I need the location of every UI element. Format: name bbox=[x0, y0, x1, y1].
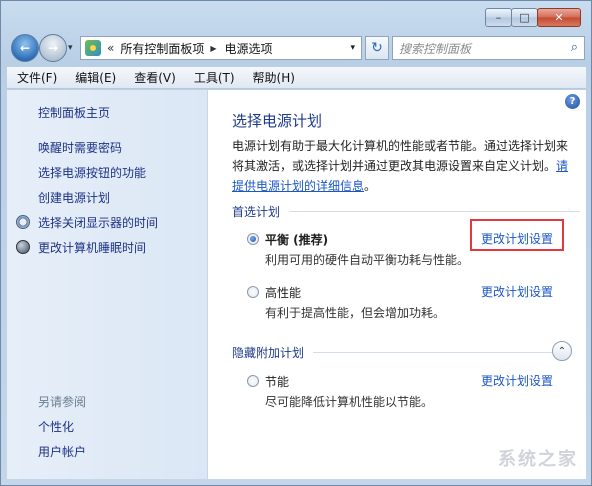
control-panel-icon bbox=[85, 40, 101, 56]
collapse-hidden-plans-button[interactable]: ⌃ bbox=[552, 341, 572, 361]
preferred-plans-divider bbox=[289, 211, 580, 212]
minimize-button[interactable]: – bbox=[485, 8, 512, 27]
chevron-up-icon: ⌃ bbox=[557, 345, 567, 357]
change-plan-settings-power-saver[interactable]: 更改计划设置 bbox=[481, 372, 553, 389]
intro-period: 。 bbox=[364, 179, 377, 193]
preferred-plans-heading: 首选计划 bbox=[232, 205, 281, 219]
close-button[interactable]: ✕ bbox=[537, 8, 581, 27]
window-controls: – □ ✕ bbox=[485, 8, 581, 27]
menu-help[interactable]: 帮助(H) bbox=[243, 69, 303, 86]
sidebar-item-display-off[interactable]: 选择关闭显示器的时间 bbox=[38, 214, 158, 231]
highlight-box bbox=[470, 219, 564, 251]
change-plan-settings-high-performance[interactable]: 更改计划设置 bbox=[481, 283, 553, 300]
sidebar-item-user-accounts[interactable]: 用户帐户 bbox=[38, 443, 86, 460]
plan-desc-balanced: 利用可用的硬件自动平衡功耗与性能。 bbox=[265, 253, 470, 267]
intro-line-2: 将其激活，或选择计划并通过更改其电源设置来自定义计划。 bbox=[232, 159, 557, 173]
sidebar-item-wake-password[interactable]: 唤醒时需要密码 bbox=[38, 139, 122, 156]
plan-details-link[interactable]: 请 bbox=[556, 159, 568, 173]
search-icon[interactable]: ⌕ bbox=[571, 40, 578, 55]
navigation-bar: ← → ▾ « 所有控制面板项 ▶ 电源选项 ▾ ↻ 搜索控制面板 ⌕ bbox=[9, 33, 585, 63]
sidebar-item-personalization[interactable]: 个性化 bbox=[38, 418, 74, 435]
intro-text: 电源计划有助于最大化计算机的性能或者节能。通过选择计划来 将其激活，或选择计划并… bbox=[232, 136, 577, 196]
main-panel: ? 选择电源计划 电源计划有助于最大化计算机的性能或者节能。通过选择计划来 将其… bbox=[209, 90, 586, 479]
address-dropdown-icon[interactable]: ▾ bbox=[350, 43, 355, 53]
refresh-button[interactable]: ↻ bbox=[365, 36, 389, 60]
address-overflow-icon[interactable]: « bbox=[107, 41, 114, 55]
task-pane: 控制面板主页 唤醒时需要密码 选择电源按钮的功能 创建电源计划 选择关闭显示器的… bbox=[7, 90, 208, 479]
window-frame: – □ ✕ ← → ▾ « 所有控制面板项 ▶ 电源选项 ▾ ↻ 搜索控制面板 … bbox=[0, 0, 592, 486]
help-icon[interactable]: ? bbox=[565, 94, 580, 109]
menu-edit[interactable]: 编辑(E) bbox=[65, 69, 124, 86]
sidebar-item-create-plan[interactable]: 创建电源计划 bbox=[38, 189, 110, 206]
hidden-plans-heading: 隐藏附加计划 bbox=[232, 346, 305, 360]
content-area: 控制面板主页 唤醒时需要密码 选择电源按钮的功能 创建电源计划 选择关闭显示器的… bbox=[7, 90, 586, 479]
sidebar-item-sleep-time[interactable]: 更改计算机睡眠时间 bbox=[38, 239, 146, 256]
plan-desc-power-saver: 尽可能降低计算机性能以节能。 bbox=[265, 395, 434, 409]
see-also-heading: 另请参阅 bbox=[38, 395, 87, 409]
refresh-icon: ↻ bbox=[371, 40, 383, 56]
plan-radio-high-performance[interactable] bbox=[247, 286, 259, 298]
search-input[interactable]: 搜索控制面板 bbox=[399, 40, 471, 57]
sidebar-home-link[interactable]: 控制面板主页 bbox=[38, 104, 110, 121]
watermark: 系统之家 bbox=[498, 449, 578, 470]
forward-button[interactable]: → bbox=[39, 34, 67, 62]
plan-name-balanced[interactable]: 平衡 (推荐) bbox=[265, 231, 328, 248]
plan-desc-high-performance: 有利于提高性能，但会增加功耗。 bbox=[265, 306, 446, 320]
search-box[interactable]: 搜索控制面板 ⌕ bbox=[392, 36, 585, 60]
intro-line-1: 电源计划有助于最大化计算机的性能或者节能。通过选择计划来 bbox=[232, 139, 569, 153]
page-title: 选择电源计划 bbox=[232, 112, 323, 130]
back-button[interactable]: ← bbox=[11, 34, 39, 62]
history-dropdown-icon[interactable]: ▾ bbox=[68, 43, 73, 53]
plan-name-high-performance[interactable]: 高性能 bbox=[265, 284, 301, 301]
sleep-moon-icon bbox=[16, 240, 30, 254]
breadcrumb-power-options[interactable]: 电源选项 bbox=[225, 40, 273, 57]
back-arrow-icon: ← bbox=[19, 41, 31, 55]
maximize-button[interactable]: □ bbox=[511, 8, 538, 27]
plan-details-link-cont[interactable]: 提供电源计划的详细信息 bbox=[232, 179, 364, 193]
sidebar-item-power-button[interactable]: 选择电源按钮的功能 bbox=[38, 164, 146, 181]
breadcrumb-all-items[interactable]: 所有控制面板项 bbox=[120, 40, 204, 57]
plan-name-power-saver[interactable]: 节能 bbox=[265, 373, 289, 390]
menu-tools[interactable]: 工具(T) bbox=[184, 69, 243, 86]
plan-radio-power-saver[interactable] bbox=[247, 375, 259, 387]
menu-bar: 文件(F) 编辑(E) 查看(V) 工具(T) 帮助(H) bbox=[7, 67, 586, 89]
menu-file[interactable]: 文件(F) bbox=[7, 69, 65, 86]
display-clock-icon bbox=[16, 215, 30, 229]
forward-arrow-icon: → bbox=[47, 41, 59, 55]
hidden-plans-divider bbox=[313, 352, 557, 353]
breadcrumb-separator-icon[interactable]: ▶ bbox=[210, 44, 216, 53]
menu-view[interactable]: 查看(V) bbox=[124, 69, 184, 86]
address-bar[interactable]: « 所有控制面板项 ▶ 电源选项 ▾ bbox=[80, 36, 362, 60]
plan-radio-balanced[interactable] bbox=[247, 233, 259, 245]
